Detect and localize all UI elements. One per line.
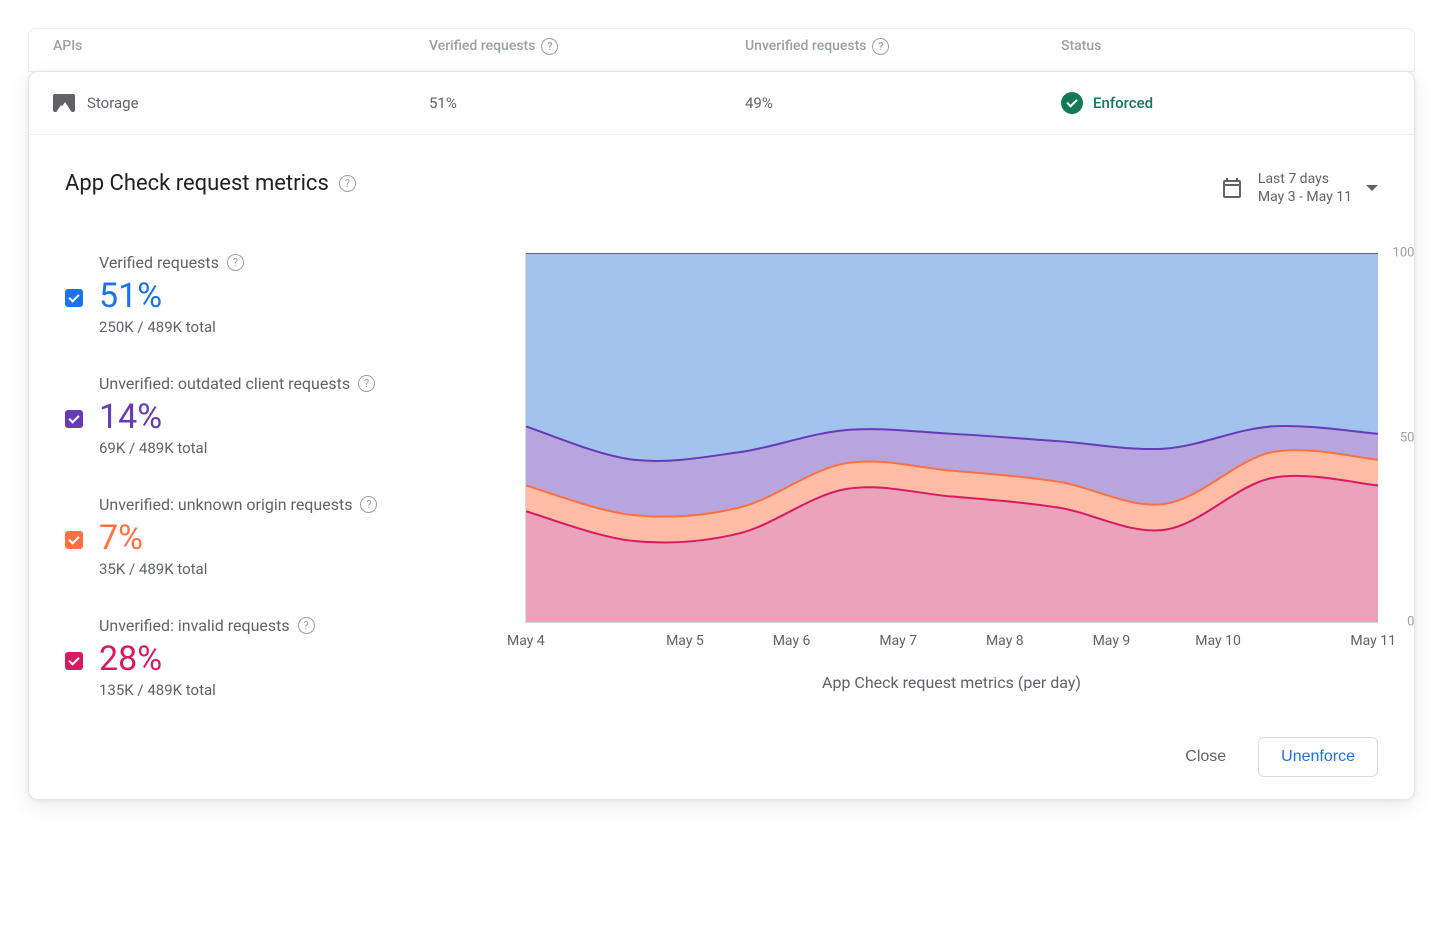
storage-icon	[53, 94, 75, 112]
help-icon[interactable]: ?	[358, 375, 375, 392]
xaxis: May 4 May 5 May 6 May 7 May 8 May 9 May …	[525, 633, 1378, 649]
help-icon[interactable]: ?	[360, 496, 377, 513]
help-icon[interactable]: ?	[872, 38, 889, 55]
legend-pct: 51%	[99, 276, 485, 316]
legend-sub: 35K / 489K total	[99, 560, 485, 578]
cell-verified-pct: 51%	[429, 94, 729, 112]
help-icon[interactable]: ?	[227, 254, 244, 271]
legend-label: Unverified: outdated client requests	[99, 374, 350, 393]
col-header-apis: APIs	[53, 38, 413, 54]
help-icon[interactable]: ?	[541, 38, 558, 55]
legend-item-verified: Verified requests ? 51% 250K / 489K tota…	[65, 253, 485, 336]
date-range-picker[interactable]: Last 7 days May 3 - May 11	[1220, 171, 1378, 205]
legend-pct: 7%	[99, 518, 485, 558]
legend-sub: 69K / 489K total	[99, 439, 485, 457]
cell-status: Enforced	[1061, 92, 1390, 114]
legend-label: Unverified: unknown origin requests	[99, 495, 352, 514]
col-header-unverified: Unverified requests ?	[745, 38, 1045, 55]
help-icon[interactable]: ?	[339, 175, 356, 192]
chart-subtitle: App Check request metrics (per day)	[525, 673, 1378, 692]
legend-checkbox-unknown[interactable]	[65, 531, 83, 549]
legend-pct: 28%	[99, 639, 485, 679]
table-header: APIs Verified requests ? Unverified requ…	[28, 28, 1415, 72]
legend-checkbox-verified[interactable]	[65, 289, 83, 307]
date-range-label: Last 7 days	[1258, 171, 1352, 187]
col-header-status: Status	[1061, 38, 1390, 54]
yaxis-tick-50: 50%	[1400, 430, 1415, 445]
legend-checkbox-outdated[interactable]	[65, 410, 83, 428]
chevron-down-icon	[1366, 185, 1378, 191]
panel-footer: Close Unenforce	[29, 719, 1414, 799]
calendar-icon	[1220, 176, 1244, 200]
legend-label: Unverified: invalid requests	[99, 616, 290, 635]
main-panel: Storage 51% 49% Enforced App Check reque…	[28, 71, 1415, 800]
legend-item-outdated: Unverified: outdated client requests ? 1…	[65, 374, 485, 457]
date-range-sub: May 3 - May 11	[1258, 189, 1352, 205]
legend-pct: 14%	[99, 397, 485, 437]
legend: Verified requests ? 51% 250K / 489K tota…	[65, 253, 485, 699]
legend-sub: 250K / 489K total	[99, 318, 485, 336]
chart-plot-area[interactable]: 100% 50% 0%	[525, 253, 1378, 623]
api-row-storage[interactable]: Storage 51% 49% Enforced	[29, 72, 1414, 135]
api-name: Storage	[87, 94, 139, 112]
legend-item-unknown: Unverified: unknown origin requests ? 7%…	[65, 495, 485, 578]
close-button[interactable]: Close	[1181, 738, 1230, 776]
legend-checkbox-invalid[interactable]	[65, 652, 83, 670]
yaxis-tick-100: 100%	[1393, 246, 1415, 261]
legend-sub: 135K / 489K total	[99, 681, 485, 699]
col-header-verified: Verified requests ?	[429, 38, 729, 55]
check-circle-icon	[1061, 92, 1083, 114]
legend-label: Verified requests	[99, 253, 219, 272]
chart: 100% 50% 0% May 4 May 5 May 6 May 7 May …	[525, 253, 1378, 699]
yaxis-tick-0: 0%	[1407, 615, 1415, 630]
cell-unverified-pct: 49%	[745, 94, 1045, 112]
help-icon[interactable]: ?	[298, 617, 315, 634]
unenforce-button[interactable]: Unenforce	[1258, 737, 1378, 777]
legend-item-invalid: Unverified: invalid requests ? 28% 135K …	[65, 616, 485, 699]
section-title: App Check request metrics	[65, 171, 329, 196]
